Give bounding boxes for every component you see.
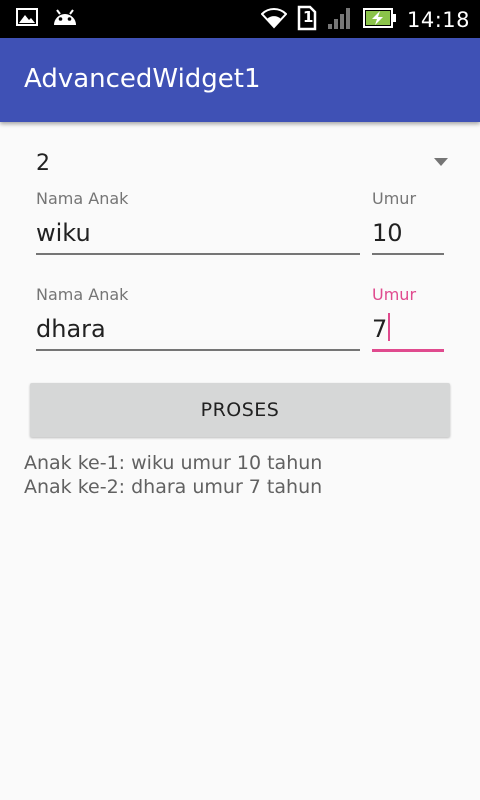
age-field-1: Umur <box>372 189 444 259</box>
text-cursor <box>388 313 390 341</box>
result-line-1: Anak ke-1: wiku umur 10 tahun <box>24 452 323 474</box>
result-line-2: Anak ke-2: dhara umur 7 tahun <box>24 476 323 498</box>
image-icon <box>16 8 38 30</box>
dropdown-arrow-icon <box>434 158 448 166</box>
name-field-2: Nama Anak <box>36 285 360 355</box>
children-count-spinner[interactable]: 2 <box>24 142 456 186</box>
age-field-2: Umur <box>372 285 444 355</box>
age-label-1: Umur <box>372 189 417 208</box>
sim-icon: 1 <box>297 5 317 35</box>
status-time: 14:18 <box>406 8 470 32</box>
name-underline-1 <box>36 253 360 255</box>
name-field-1: Nama Anak <box>36 189 360 259</box>
app-bar: AdvancedWidget1 <box>0 38 480 122</box>
wifi-icon <box>260 7 288 33</box>
spinner-selected-value: 2 <box>36 151 50 176</box>
name-input-1[interactable] <box>36 215 360 251</box>
name-label-1: Nama Anak <box>36 189 129 208</box>
age-label-2: Umur <box>372 285 417 304</box>
age-underline-1 <box>372 253 444 255</box>
proses-button[interactable]: PROSES <box>30 383 450 437</box>
sim-label: 1 <box>302 8 314 26</box>
result-text: Anak ke-1: wiku umur 10 tahun Anak ke-2:… <box>24 451 322 499</box>
app-title: AdvancedWidget1 <box>24 64 261 94</box>
name-underline-2 <box>36 349 360 351</box>
age-underline-2 <box>372 349 444 352</box>
battery-charging-icon <box>362 6 397 34</box>
name-input-2[interactable] <box>36 311 360 347</box>
age-input-2[interactable] <box>372 311 444 347</box>
age-input-1[interactable] <box>372 215 444 251</box>
signal-icon <box>327 6 353 34</box>
status-bar: 1 14:18 <box>0 0 480 38</box>
name-label-2: Nama Anak <box>36 285 129 304</box>
android-icon <box>52 8 78 30</box>
